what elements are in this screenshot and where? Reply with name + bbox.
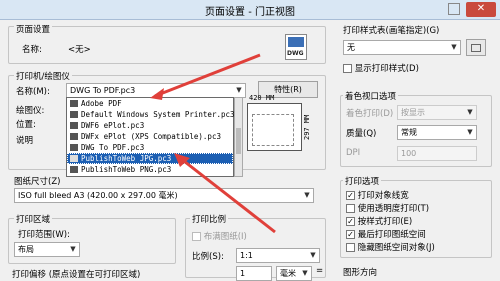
annotation-arrow-top	[154, 53, 261, 98]
annotation-arrow-bottom	[179, 156, 276, 234]
annotation-arrows	[150, 53, 276, 234]
annotation-arrowhead-top	[150, 88, 164, 100]
